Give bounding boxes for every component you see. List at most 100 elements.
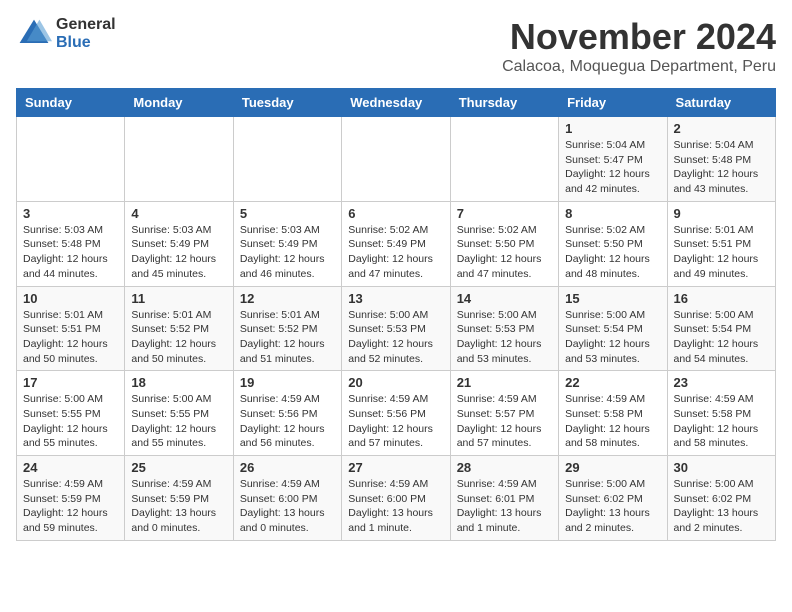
weekday-header-sunday: Sunday — [17, 89, 125, 117]
day-number: 13 — [348, 291, 443, 306]
calendar-cell: 12 Sunrise: 5:01 AM Sunset: 5:52 PM Dayli… — [233, 286, 341, 371]
logo: General Blue — [16, 16, 116, 52]
day-info: Sunrise: 4:59 AM Sunset: 5:56 PM Dayligh… — [240, 392, 335, 451]
day-number: 9 — [674, 206, 769, 221]
logo-text: General Blue — [56, 16, 116, 51]
calendar-cell: 2Sunrise: 5:04 AM Sunset: 5:48 PM Daylig… — [667, 117, 775, 202]
day-number: 25 — [131, 460, 226, 475]
day-number: 20 — [348, 375, 443, 390]
day-info: Sunrise: 5:00 AM Sunset: 5:53 PM Dayligh… — [348, 308, 443, 367]
calendar-cell — [17, 117, 125, 202]
calendar-cell: 9 Sunrise: 5:01 AM Sunset: 5:51 PM Daylig… — [667, 201, 775, 286]
day-number: 7 — [457, 206, 552, 221]
day-number: 21 — [457, 375, 552, 390]
day-info: Sunrise: 4:59 AM Sunset: 5:59 PM Dayligh… — [131, 477, 226, 536]
day-number: 10 — [23, 291, 118, 306]
calendar-cell: 28 Sunrise: 4:59 AM Sunset: 6:01 PM Dayli… — [450, 456, 558, 541]
weekday-header-saturday: Saturday — [667, 89, 775, 117]
day-info: Sunrise: 5:01 AM Sunset: 5:52 PM Dayligh… — [240, 308, 335, 367]
calendar-cell: 18 Sunrise: 5:00 AM Sunset: 5:55 PM Dayli… — [125, 371, 233, 456]
day-number: 29 — [565, 460, 660, 475]
day-number: 19 — [240, 375, 335, 390]
day-number: 28 — [457, 460, 552, 475]
calendar-cell — [233, 117, 341, 202]
calendar-cell — [342, 117, 450, 202]
calendar-cell: 27 Sunrise: 4:59 AM Sunset: 6:00 PM Dayli… — [342, 456, 450, 541]
calendar-body: 1Sunrise: 5:04 AM Sunset: 5:47 PM Daylig… — [17, 117, 776, 541]
day-info: Sunrise: 4:59 AM Sunset: 5:58 PM Dayligh… — [565, 392, 660, 451]
day-number: 11 — [131, 291, 226, 306]
day-number: 5 — [240, 206, 335, 221]
calendar-cell: 4 Sunrise: 5:03 AM Sunset: 5:49 PM Daylig… — [125, 201, 233, 286]
day-number: 23 — [674, 375, 769, 390]
calendar-header: SundayMondayTuesdayWednesdayThursdayFrid… — [17, 89, 776, 117]
day-info: Sunrise: 5:00 AM Sunset: 5:54 PM Dayligh… — [565, 308, 660, 367]
day-number: 30 — [674, 460, 769, 475]
calendar-week-4: 24Sunrise: 4:59 AM Sunset: 5:59 PM Dayli… — [17, 456, 776, 541]
calendar-week-0: 1Sunrise: 5:04 AM Sunset: 5:47 PM Daylig… — [17, 117, 776, 202]
day-info: Sunrise: 5:00 AM Sunset: 6:02 PM Dayligh… — [674, 477, 769, 536]
calendar-cell: 1Sunrise: 5:04 AM Sunset: 5:47 PM Daylig… — [559, 117, 667, 202]
calendar-cell: 29 Sunrise: 5:00 AM Sunset: 6:02 PM Dayli… — [559, 456, 667, 541]
day-number: 15 — [565, 291, 660, 306]
calendar-cell: 25 Sunrise: 4:59 AM Sunset: 5:59 PM Dayli… — [125, 456, 233, 541]
day-number: 26 — [240, 460, 335, 475]
calendar-cell: 19 Sunrise: 4:59 AM Sunset: 5:56 PM Dayli… — [233, 371, 341, 456]
day-info: Sunrise: 4:59 AM Sunset: 6:00 PM Dayligh… — [240, 477, 335, 536]
day-info: Sunrise: 4:59 AM Sunset: 5:58 PM Dayligh… — [674, 392, 769, 451]
day-info: Sunrise: 5:00 AM Sunset: 5:55 PM Dayligh… — [23, 392, 118, 451]
day-info: Sunrise: 4:59 AM Sunset: 5:56 PM Dayligh… — [348, 392, 443, 451]
title-section: November 2024 Calacoa, Moquegua Departme… — [502, 16, 776, 76]
calendar-cell — [450, 117, 558, 202]
day-number: 18 — [131, 375, 226, 390]
weekday-header-row: SundayMondayTuesdayWednesdayThursdayFrid… — [17, 89, 776, 117]
calendar-week-3: 17 Sunrise: 5:00 AM Sunset: 5:55 PM Dayli… — [17, 371, 776, 456]
day-number: 4 — [131, 206, 226, 221]
calendar-cell: 5 Sunrise: 5:03 AM Sunset: 5:49 PM Daylig… — [233, 201, 341, 286]
calendar-cell: 20 Sunrise: 4:59 AM Sunset: 5:56 PM Dayli… — [342, 371, 450, 456]
day-info: Sunrise: 5:02 AM Sunset: 5:50 PM Dayligh… — [565, 223, 660, 282]
weekday-header-thursday: Thursday — [450, 89, 558, 117]
calendar-cell: 8Sunrise: 5:02 AM Sunset: 5:50 PM Daylig… — [559, 201, 667, 286]
day-number: 22 — [565, 375, 660, 390]
day-info: Sunrise: 5:00 AM Sunset: 5:54 PM Dayligh… — [674, 308, 769, 367]
calendar-cell: 11 Sunrise: 5:01 AM Sunset: 5:52 PM Dayli… — [125, 286, 233, 371]
day-info: Sunrise: 4:59 AM Sunset: 5:59 PM Dayligh… — [23, 477, 118, 536]
day-info: Sunrise: 4:59 AM Sunset: 6:00 PM Dayligh… — [348, 477, 443, 536]
day-info: Sunrise: 5:03 AM Sunset: 5:48 PM Dayligh… — [23, 223, 118, 282]
day-info: Sunrise: 5:03 AM Sunset: 5:49 PM Dayligh… — [131, 223, 226, 282]
calendar-cell: 26 Sunrise: 4:59 AM Sunset: 6:00 PM Dayli… — [233, 456, 341, 541]
calendar-cell: 10Sunrise: 5:01 AM Sunset: 5:51 PM Dayli… — [17, 286, 125, 371]
calendar-title: November 2024 — [502, 16, 776, 58]
logo-blue-text: Blue — [56, 34, 116, 52]
day-number: 27 — [348, 460, 443, 475]
day-info: Sunrise: 5:01 AM Sunset: 5:52 PM Dayligh… — [131, 308, 226, 367]
day-number: 1 — [565, 121, 660, 136]
day-info: Sunrise: 5:00 AM Sunset: 6:02 PM Dayligh… — [565, 477, 660, 536]
day-info: Sunrise: 5:03 AM Sunset: 5:49 PM Dayligh… — [240, 223, 335, 282]
day-number: 14 — [457, 291, 552, 306]
calendar-cell: 14 Sunrise: 5:00 AM Sunset: 5:53 PM Dayli… — [450, 286, 558, 371]
calendar-cell: 6 Sunrise: 5:02 AM Sunset: 5:49 PM Daylig… — [342, 201, 450, 286]
calendar-cell: 13 Sunrise: 5:00 AM Sunset: 5:53 PM Dayli… — [342, 286, 450, 371]
day-number: 17 — [23, 375, 118, 390]
day-info: Sunrise: 4:59 AM Sunset: 6:01 PM Dayligh… — [457, 477, 552, 536]
calendar-cell: 15 Sunrise: 5:00 AM Sunset: 5:54 PM Dayli… — [559, 286, 667, 371]
day-info: Sunrise: 5:00 AM Sunset: 5:53 PM Dayligh… — [457, 308, 552, 367]
calendar-table: SundayMondayTuesdayWednesdayThursdayFrid… — [16, 88, 776, 541]
calendar-cell — [125, 117, 233, 202]
day-info: Sunrise: 5:00 AM Sunset: 5:55 PM Dayligh… — [131, 392, 226, 451]
weekday-header-tuesday: Tuesday — [233, 89, 341, 117]
day-number: 16 — [674, 291, 769, 306]
calendar-cell: 3Sunrise: 5:03 AM Sunset: 5:48 PM Daylig… — [17, 201, 125, 286]
calendar-subtitle: Calacoa, Moquegua Department, Peru — [502, 58, 776, 76]
logo-general-text: General — [56, 16, 116, 34]
calendar-cell: 30 Sunrise: 5:00 AM Sunset: 6:02 PM Dayli… — [667, 456, 775, 541]
weekday-header-monday: Monday — [125, 89, 233, 117]
day-number: 6 — [348, 206, 443, 221]
day-info: Sunrise: 5:02 AM Sunset: 5:49 PM Dayligh… — [348, 223, 443, 282]
calendar-cell: 7Sunrise: 5:02 AM Sunset: 5:50 PM Daylig… — [450, 201, 558, 286]
day-number: 12 — [240, 291, 335, 306]
calendar-cell: 22 Sunrise: 4:59 AM Sunset: 5:58 PM Dayli… — [559, 371, 667, 456]
day-info: Sunrise: 5:01 AM Sunset: 5:51 PM Dayligh… — [674, 223, 769, 282]
